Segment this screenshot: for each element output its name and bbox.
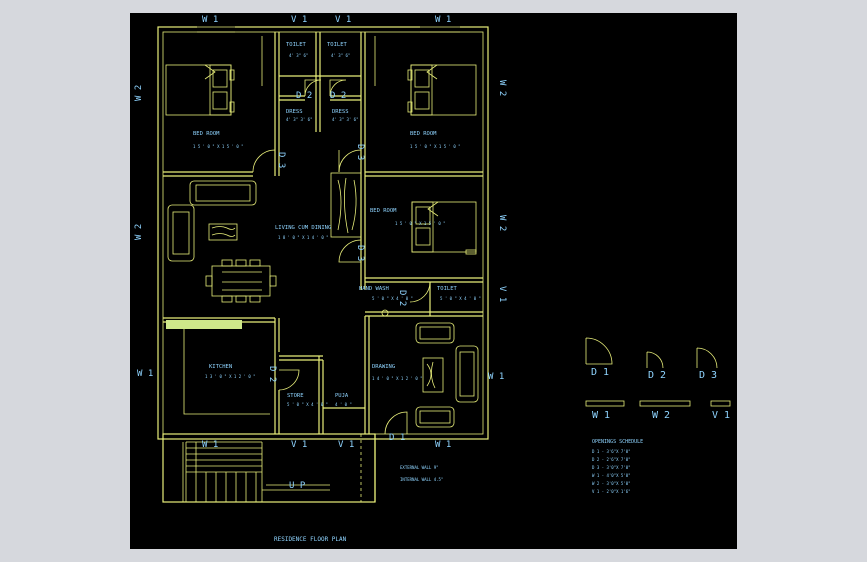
schedule-row-2: D 2 - 2'6"X 7'0" <box>592 457 631 462</box>
size-puja: 4 ' 0 " <box>335 402 352 407</box>
schedule-row-4: W 1 - 4'0"X 5'0" <box>592 473 631 478</box>
size-dress-a: 4' 3" 3' 6" <box>286 117 313 122</box>
legend-door-d2: D 2 <box>648 370 666 381</box>
label-toilet-a: TOILET <box>286 42 307 48</box>
legend-door-d1: D 1 <box>591 367 609 378</box>
size-toilet-c: 5 ' 0 " X 4 ' 0 " <box>440 296 481 301</box>
label-living: LIVING CUM DINING <box>275 225 331 231</box>
tag-v1-bottom: V 1 <box>291 440 307 450</box>
size-hand-wash: 5 ' 0 " X 4 ' 0 " <box>372 296 413 301</box>
label-puja: PUJA <box>335 393 349 399</box>
legend-window-v1: V 1 <box>712 410 730 421</box>
tag-d3-b: D 3 <box>355 144 365 160</box>
tag-d2-c: D 2 <box>267 366 277 382</box>
size-dress-b: 4' 3" 3' 6" <box>332 117 359 122</box>
label-dress-a: DRESS <box>286 109 303 115</box>
legend-window-w1: W 1 <box>592 410 610 421</box>
tag-w2-right-b: W 2 <box>497 215 507 231</box>
tag-w1-top-left: W 1 <box>202 15 218 25</box>
tag-v1-top-a: V 1 <box>291 15 307 25</box>
drawing-sheet: W 1 V 1 V 1 W 1 W 2 W 2 W 1 W 2 W 2 V 1 … <box>130 13 737 549</box>
label-toilet-b: TOILET <box>327 42 348 48</box>
tag-v1-right: V 1 <box>497 286 507 302</box>
schedule-row-3: D 3 - 3'0"X 7'0" <box>592 465 631 470</box>
size-drawing: 1 4 ' 0 " X 1 2 ' 0 " <box>372 376 423 381</box>
tag-d3-a: D 3 <box>276 152 286 168</box>
tag-d2-b: D 2 <box>330 91 346 101</box>
label-dress-b: DRESS <box>332 109 349 115</box>
label-toilet-c: TOILET <box>437 286 458 292</box>
size-toilet-b: 4' 3" 6" <box>331 53 350 58</box>
label-hand-wash: HAND WASH <box>359 286 389 292</box>
size-bed-right: 1 5 ' 0 " X 1 5 ' 0 " <box>410 144 461 149</box>
size-bed-left: 1 5 ' 0 " X 1 5 ' 0 " <box>193 144 244 149</box>
label-kitchen: KITCHEN <box>209 364 232 370</box>
size-kitchen: 1 3 ' 0 " X 1 2 ' 0 " <box>205 374 256 379</box>
label-store: STORE <box>287 393 304 399</box>
size-bed-mid: 1 5 ' 0 " X 1 5 ' 0 " <box>395 221 446 226</box>
tag-w2-left-a: W 2 <box>134 85 144 101</box>
size-living: 1 8 ' 0 " X 1 4 ' 0 " <box>278 235 329 240</box>
cad-viewport[interactable]: W 1 V 1 V 1 W 1 W 2 W 2 W 1 W 2 W 2 V 1 … <box>0 0 867 562</box>
note-internal-wall: INTERNAL WALL 4.5" <box>400 477 443 482</box>
schedule-row-1: D 1 - 3'6"X 7'0" <box>592 449 631 454</box>
size-toilet-a: 4' 3" 6" <box>289 53 308 58</box>
tag-w1-right: W 1 <box>488 372 504 382</box>
schedule-row-5: W 2 - 3'0"X 5'0" <box>592 481 631 486</box>
tag-d3-c: D 3 <box>355 245 365 261</box>
tag-w1-bottom-a: W 1 <box>202 440 218 450</box>
size-store: 5 ' 0 " X 4 ' 0 " <box>287 402 328 407</box>
tag-d1: D 1 <box>389 433 405 443</box>
label-drawing: DRAWING <box>372 364 395 370</box>
tag-w2-right-a: W 2 <box>497 80 507 96</box>
tag-d2-a: D 2 <box>296 91 312 101</box>
tag-v1-bottom-b: V 1 <box>338 440 354 450</box>
tag-v1-top-b: V 1 <box>335 15 351 25</box>
label-bed-left: BED ROOM <box>193 131 220 137</box>
label-layer: W 1 V 1 V 1 W 1 W 2 W 2 W 1 W 2 W 2 V 1 … <box>134 15 730 543</box>
legend-door-d3: D 3 <box>699 370 717 381</box>
label-bed-mid: BED ROOM <box>370 208 397 214</box>
tag-w1-top-right: W 1 <box>435 15 451 25</box>
legend-window-w2: W 2 <box>652 410 670 421</box>
plan-title: RESIDENCE FLOOR PLAN <box>274 536 347 543</box>
schedule-title: OPENINGS SCHEDULE <box>592 439 643 445</box>
tag-w2-left-b: W 2 <box>134 224 144 240</box>
tag-up: U P <box>289 481 306 491</box>
label-bed-right: BED ROOM <box>410 131 437 137</box>
schedule-row-6: V 1 - 2'0"X 1'6" <box>592 489 631 494</box>
tag-w1-bottom-b: W 1 <box>435 440 451 450</box>
tag-w1-left: W 1 <box>137 369 153 379</box>
note-external-wall: EXTERNAL WALL 9" <box>400 465 439 470</box>
